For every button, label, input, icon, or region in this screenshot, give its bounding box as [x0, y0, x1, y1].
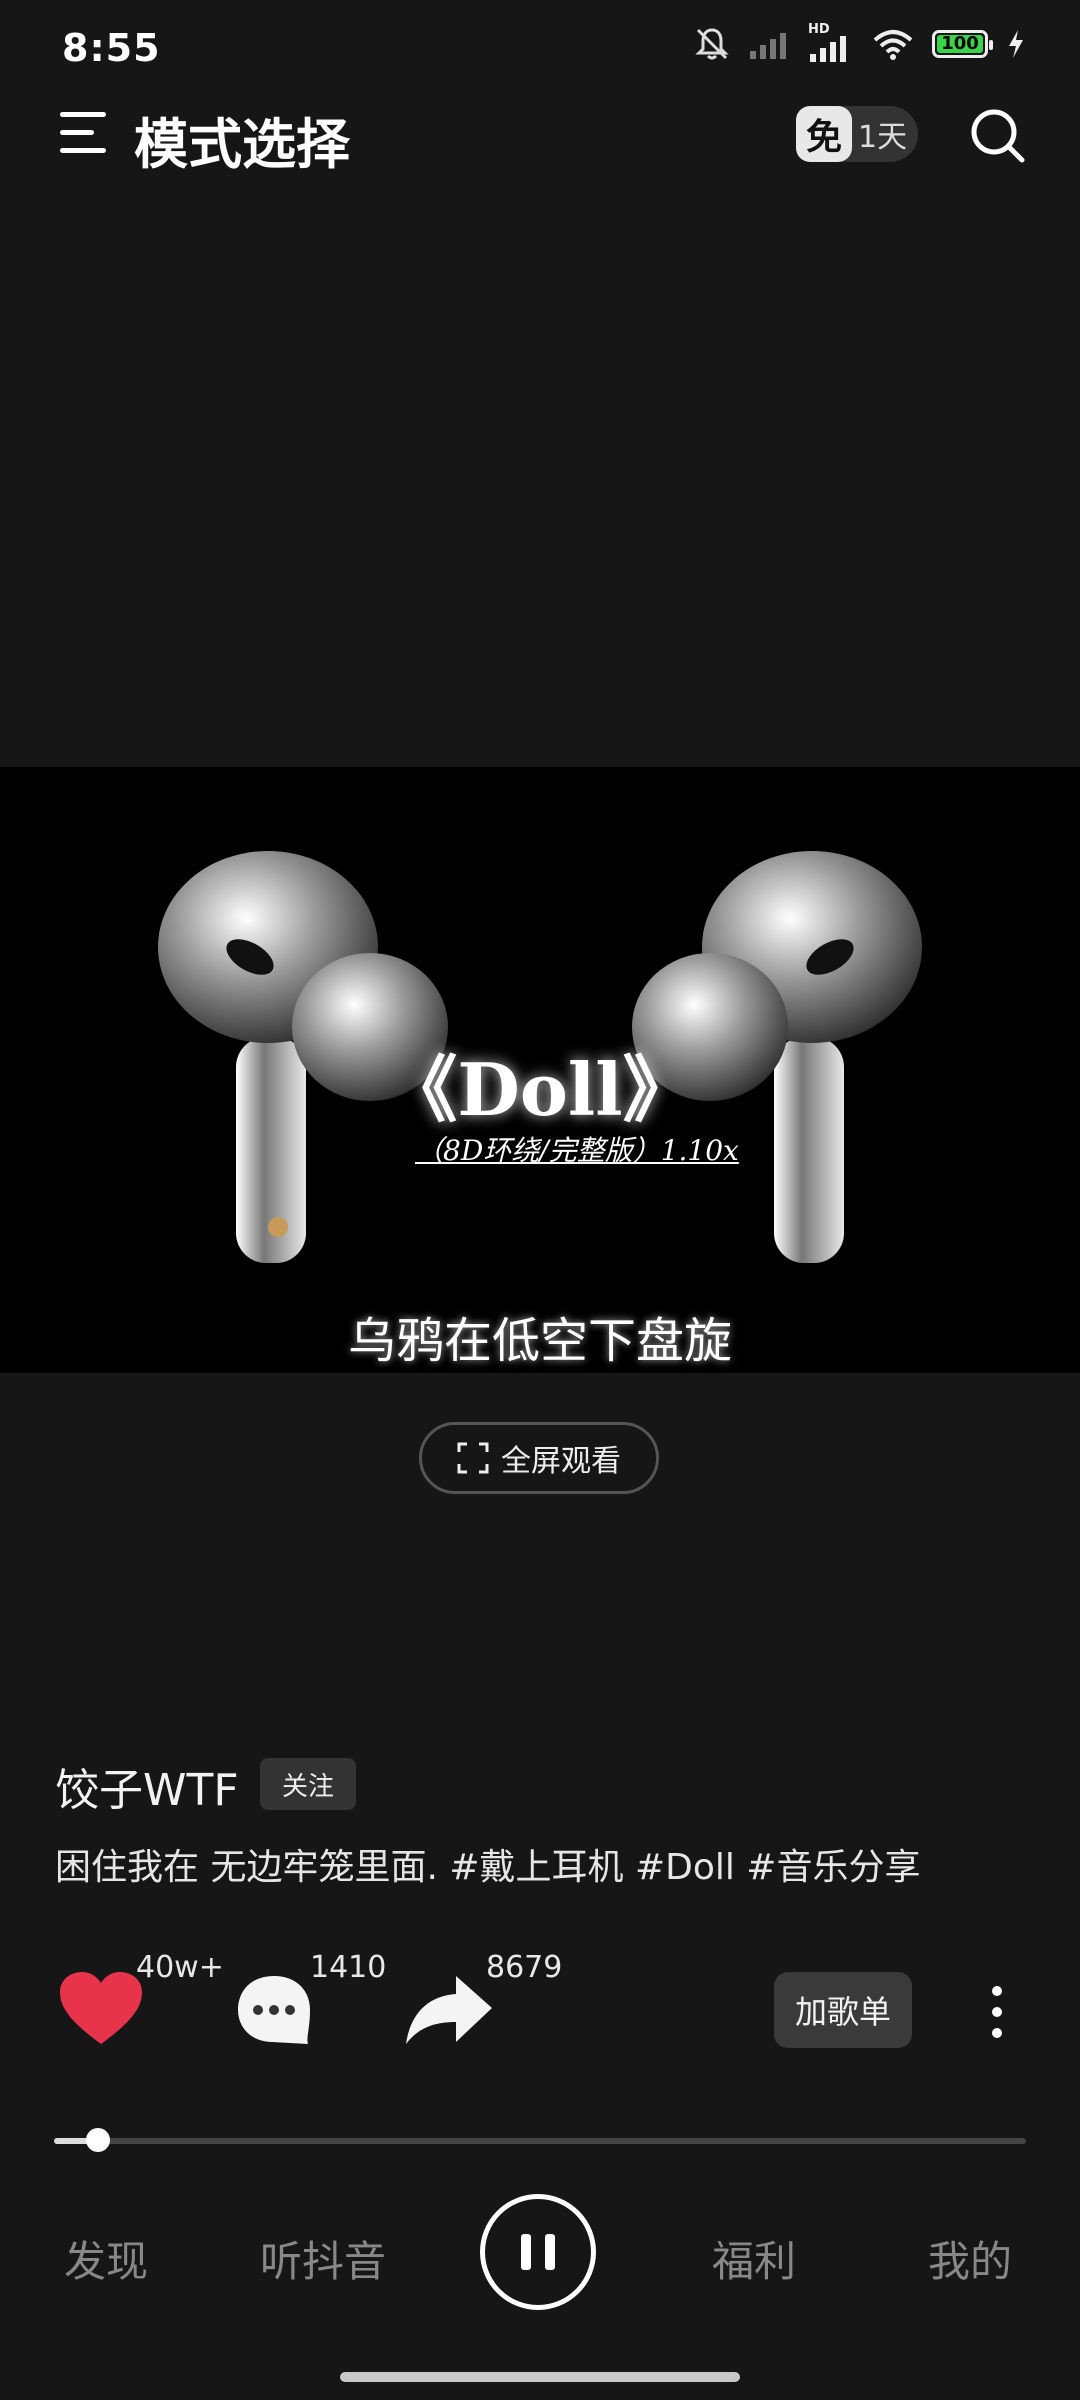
- video-player[interactable]: 《Doll》 （8D环绕/完整版）1.10x 乌鸦在低空下盘旋: [0, 767, 1080, 1373]
- comment-count: 1410: [310, 1950, 387, 1985]
- pause-icon-bar: [521, 2234, 531, 2270]
- author-name[interactable]: 饺子WTF: [55, 1754, 239, 1818]
- nav-welfare[interactable]: 福利: [712, 2228, 796, 2289]
- video-lyric: 乌鸦在低空下盘旋: [347, 1313, 732, 1369]
- signal-hd-icon: HD: [808, 22, 854, 62]
- pause-button[interactable]: [480, 2194, 596, 2310]
- like-count: 40w+: [136, 1950, 224, 1985]
- search-icon[interactable]: [968, 106, 1028, 166]
- post-description[interactable]: 困住我在 无边牢笼里面. #戴上耳机 #Doll #音乐分享: [55, 1838, 920, 1890]
- follow-button[interactable]: 关注: [260, 1758, 357, 1810]
- video-title: 《Doll》: [385, 1047, 695, 1132]
- vip-days: 1天: [858, 120, 908, 155]
- free-vip-badge[interactable]: 免 1天: [796, 106, 918, 162]
- menu-icon[interactable]: [60, 110, 108, 158]
- more-options-icon[interactable]: [976, 1984, 1016, 2040]
- wifi-icon: [873, 30, 913, 60]
- pause-icon-bar: [545, 2234, 555, 2270]
- add-to-playlist-button[interactable]: 加歌单: [774, 1972, 912, 2048]
- charging-icon: [1009, 30, 1023, 58]
- status-time: 8:55: [62, 26, 161, 70]
- comment-icon[interactable]: [234, 1972, 314, 2048]
- progress-thumb[interactable]: [85, 2128, 110, 2152]
- fullscreen-icon: [457, 1442, 489, 1474]
- like-heart-icon[interactable]: [58, 1970, 144, 2046]
- nav-discover[interactable]: 发现: [64, 2228, 148, 2289]
- share-icon[interactable]: [404, 1972, 494, 2048]
- nav-mine[interactable]: 我的: [928, 2228, 1012, 2289]
- status-icons: HD 100: [694, 22, 1026, 62]
- fullscreen-label: 全屏观看: [501, 1444, 621, 1479]
- video-subtitle: （8D环绕/完整版）1.10x: [415, 1134, 739, 1167]
- share-count: 8679: [486, 1950, 563, 1985]
- nav-listen-douyin[interactable]: 听抖音: [260, 2228, 386, 2289]
- page-title[interactable]: 模式选择: [134, 100, 350, 179]
- battery-icon: 100: [932, 30, 993, 58]
- signal-weak-icon: [750, 33, 786, 59]
- battery-level: 100: [941, 33, 979, 54]
- bell-muted-icon: [695, 28, 729, 60]
- progress-track[interactable]: [54, 2138, 1026, 2144]
- free-icon: 免: [796, 106, 852, 162]
- home-indicator[interactable]: [340, 2372, 740, 2382]
- fullscreen-button[interactable]: 全屏观看: [419, 1422, 659, 1494]
